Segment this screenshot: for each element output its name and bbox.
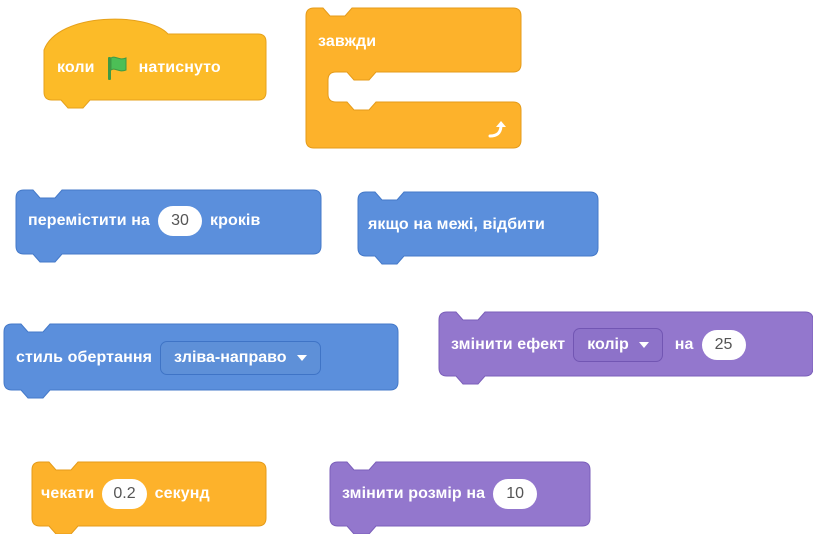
chevron-down-icon [638,342,649,348]
seconds-input[interactable]: 0.2 [102,479,147,509]
change-effect-label: змінити ефект [451,336,566,353]
by-label: на [674,336,694,353]
rotation-style-label: стиль обертання [16,349,153,366]
bounce-on-edge-block[interactable]: якщо на межі, відбити [357,191,599,265]
green-flag-icon [104,55,130,81]
forever-label: завжди [318,33,377,50]
move-label: перемістити на [28,212,150,229]
effect-value: колір [587,336,629,353]
forever-block[interactable]: завжди [305,7,522,149]
wait-label: чекати [41,485,95,502]
rotation-style-dropdown[interactable]: зліва-направо [160,341,321,375]
loop-arrow-icon [486,118,508,140]
change-size-label: змінити розмір на [342,485,486,502]
effect-dropdown[interactable]: колір [573,328,663,362]
when-flag-clicked-block[interactable]: коли натиснуто [43,8,267,109]
rotation-style-block[interactable]: стиль обертання зліва-направо [3,323,399,399]
change-size-block[interactable]: змінити розмір на 10 [329,461,591,534]
effect-amount-input[interactable]: 25 [701,330,746,360]
when-label: коли [57,59,95,76]
seconds-label: секунд [154,485,210,502]
chevron-down-icon [296,355,307,361]
rotation-style-value: зліва-направо [174,349,287,366]
change-effect-block[interactable]: змінити ефект колір на 25 [438,311,813,385]
steps-label: кроків [209,212,261,229]
steps-input[interactable]: 30 [157,206,202,236]
bounce-label: якщо на межі, відбити [368,216,545,233]
move-steps-block[interactable]: перемістити на 30 кроків [15,189,322,263]
clicked-label: натиснуто [138,59,221,76]
size-amount-input[interactable]: 10 [493,479,538,509]
wait-seconds-block[interactable]: чекати 0.2 секунд [31,461,267,534]
